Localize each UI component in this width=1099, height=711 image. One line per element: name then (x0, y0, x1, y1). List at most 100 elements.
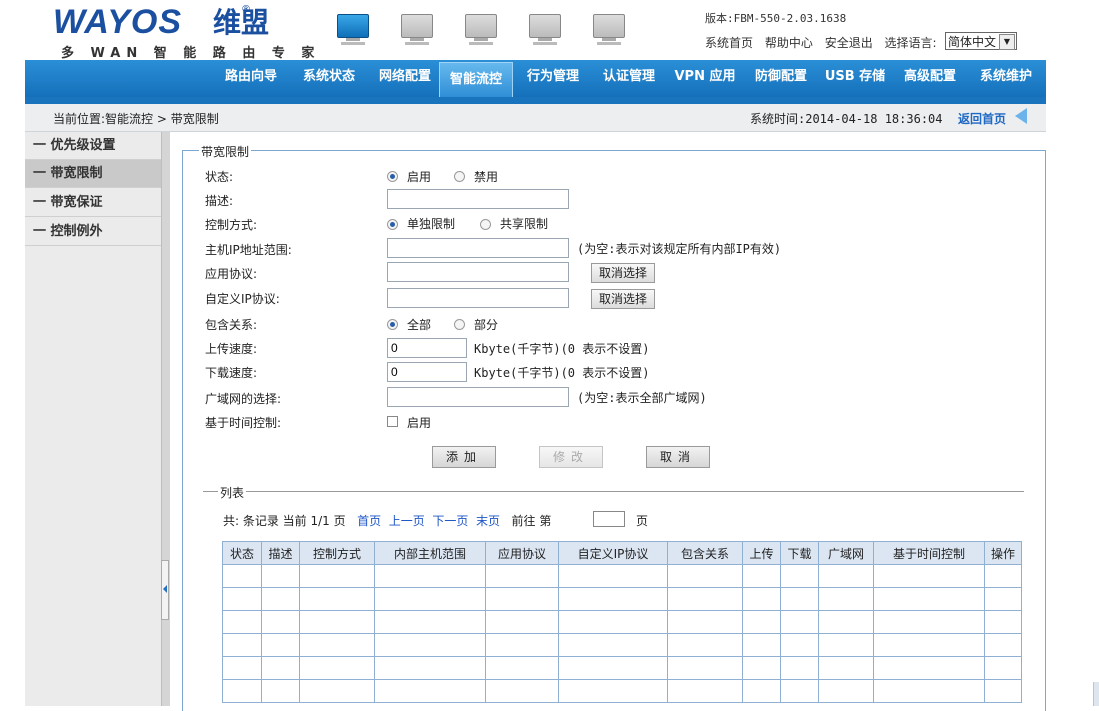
table-header-row: 状态 描述 控制方式 内部主机范围 应用协议 自定义IP协议 包含关系 上传 下… (222, 541, 1022, 565)
col-actions: 操作 (984, 541, 1022, 565)
nav-item-system-maintenance[interactable]: 系统维护 (970, 60, 1042, 97)
app-protocol-input[interactable] (387, 262, 569, 282)
col-internal-range: 内部主机范围 (374, 541, 486, 565)
firmware-version: 版本:FBM-550-2.03.1638 (705, 12, 847, 25)
chevron-down-icon[interactable]: ▼ (999, 34, 1015, 50)
status-disable-label: 禁用 (474, 170, 499, 184)
nav-item-vpn[interactable]: VPN 应用 (669, 60, 741, 97)
col-include: 包含关系 (667, 541, 743, 565)
pager-first-link[interactable]: 首页 (357, 514, 381, 528)
link-help-center[interactable]: 帮助中心 (765, 36, 813, 50)
nav-item-defense-config[interactable]: 防御配置 (745, 60, 817, 97)
modify-button[interactable]: 修改 (539, 446, 603, 468)
nav-item-usb-storage[interactable]: USB 存储 (819, 60, 891, 97)
ip-range-input[interactable] (387, 238, 569, 258)
pager-summary: 共: 条记录 当前 1/1 页 (223, 514, 346, 528)
time-control-enable-label: 启用 (407, 416, 432, 430)
top-links: 系统首页 帮助中心 安全退出 选择语言: (705, 34, 945, 51)
custom-cancel-selection-button[interactable]: 取消选择 (591, 289, 655, 309)
include-partial-label: 部分 (474, 318, 499, 332)
upload-speed-input[interactable] (387, 338, 467, 358)
wan-select-label: 广域网的选择: (205, 392, 282, 406)
sidebar-item-control-exception[interactable]: 一 控制例外 (25, 218, 161, 246)
page: WAYOS ® 维盟 多 WAN 智 能 路 由 专 家 版本:FBM-550-… (25, 0, 1046, 711)
collapse-sidebar-handle[interactable] (161, 560, 169, 620)
wayos-logo: WAYOS ® 维盟 多 WAN 智 能 路 由 专 家 (53, 3, 314, 61)
sidebar-item-bandwidth-limit[interactable]: 一 带宽限制 (25, 160, 161, 188)
logo-cn: 维盟 (213, 6, 270, 39)
nav-item-behavior-mgmt[interactable]: 行为管理 (517, 60, 589, 97)
app-protocol-label: 应用协议: (205, 267, 258, 281)
monitor-icon[interactable] (529, 14, 561, 48)
logo-text: WAYOS (53, 3, 183, 41)
wan-select-input[interactable] (387, 387, 569, 407)
time-control-checkbox[interactable] (387, 416, 398, 427)
desc-input[interactable] (387, 189, 569, 209)
logo-slogan: 多 WAN 智 能 路 由 专 家 (61, 46, 321, 61)
status-label: 状态: (205, 170, 234, 184)
ip-range-hint: (为空:表示对该规定所有内部IP有效) (577, 242, 782, 256)
monitor-icon[interactable] (465, 14, 497, 48)
cancel-button[interactable]: 取消 (646, 446, 710, 468)
col-custom-ip-protocol: 自定义IP协议 (558, 541, 668, 565)
table-row (222, 564, 1022, 588)
mode-shared-label: 共享限制 (500, 217, 549, 231)
monitor-icon[interactable] (401, 14, 433, 48)
nav-item-network-config[interactable]: 网络配置 (369, 60, 441, 97)
list-legend: 列表 (218, 484, 247, 501)
system-time: 系统时间:2014-04-18 18:36:04 (750, 112, 943, 126)
language-select[interactable]: 简体中文 ▼ (945, 32, 1017, 50)
nav-item-auth-mgmt[interactable]: 认证管理 (593, 60, 665, 97)
download-speed-hint: Kbyte(千字节)(0 表示不设置) (474, 366, 650, 380)
nav-item-smart-qos[interactable]: 智能流控 (439, 62, 513, 97)
status-disable-radio[interactable] (454, 171, 465, 182)
include-all-radio[interactable] (387, 319, 398, 330)
custom-ip-protocol-label: 自定义IP协议: (205, 292, 280, 306)
monitor-icon-active[interactable] (337, 14, 369, 48)
col-wan: 广域网 (818, 541, 874, 565)
pager-last-link[interactable]: 末页 (476, 514, 500, 528)
sidebar-item-priority[interactable]: 一 优先级设置 (25, 132, 161, 160)
mode-individual-radio[interactable] (387, 219, 398, 230)
status-enable-radio[interactable] (387, 171, 398, 182)
col-download: 下载 (780, 541, 819, 565)
back-arrow-icon[interactable] (1015, 108, 1027, 124)
time-control-label: 基于时间控制: (205, 416, 282, 430)
pager-goto-input[interactable] (593, 511, 625, 527)
mode-shared-radio[interactable] (480, 219, 491, 230)
col-time-control: 基于时间控制 (873, 541, 985, 565)
add-button[interactable]: 添加 (432, 446, 496, 468)
app-cancel-selection-button[interactable]: 取消选择 (591, 263, 655, 283)
table-row (222, 610, 1022, 634)
pager: 共: 条记录 当前 1/1 页 首页 上一页 下一页 末页 前往 第 (223, 512, 551, 529)
language-value: 简体中文 (948, 35, 997, 49)
link-system-home[interactable]: 系统首页 (705, 36, 753, 50)
nav-item-router-wizard[interactable]: 路由向导 (215, 60, 287, 97)
pager-prev-link[interactable]: 上一页 (389, 514, 425, 528)
mode-label: 控制方式: (205, 218, 258, 232)
col-upload: 上传 (742, 541, 781, 565)
status-enable-label: 启用 (407, 170, 432, 184)
breadcrumb-bar: 当前位置:智能流控 > 带宽限制 系统时间:2014-04-18 18:36:0… (25, 104, 1046, 132)
desc-label: 描述: (205, 194, 234, 208)
header: WAYOS ® 维盟 多 WAN 智 能 路 由 专 家 版本:FBM-550-… (25, 0, 1046, 61)
upload-speed-hint: Kbyte(千字节)(0 表示不设置) (474, 342, 650, 356)
ip-range-label: 主机IP地址范围: (205, 243, 292, 257)
download-speed-input[interactable] (387, 362, 467, 382)
nav-item-advanced-config[interactable]: 高级配置 (894, 60, 966, 97)
sidebar-item-bandwidth-guarantee[interactable]: 一 带宽保证 (25, 189, 161, 217)
table-row (222, 656, 1022, 680)
link-logout[interactable]: 安全退出 (825, 36, 873, 50)
include-partial-radio[interactable] (454, 319, 465, 330)
nav-item-system-status[interactable]: 系统状态 (293, 60, 365, 97)
pager-next-link[interactable]: 下一页 (432, 514, 468, 528)
list-divider (203, 491, 1024, 492)
monitor-icon[interactable] (593, 14, 625, 48)
scroll-edge (1093, 682, 1099, 706)
main-nav: 路由向导 系统状态 网络配置 智能流控 行为管理 认证管理 VPN 应用 防御配… (25, 60, 1046, 97)
custom-ip-protocol-input[interactable] (387, 288, 569, 308)
include-label: 包含关系: (205, 318, 258, 332)
col-app-protocol: 应用协议 (485, 541, 559, 565)
back-home-link[interactable]: 返回首页 (958, 110, 1006, 127)
table-row (222, 587, 1022, 611)
